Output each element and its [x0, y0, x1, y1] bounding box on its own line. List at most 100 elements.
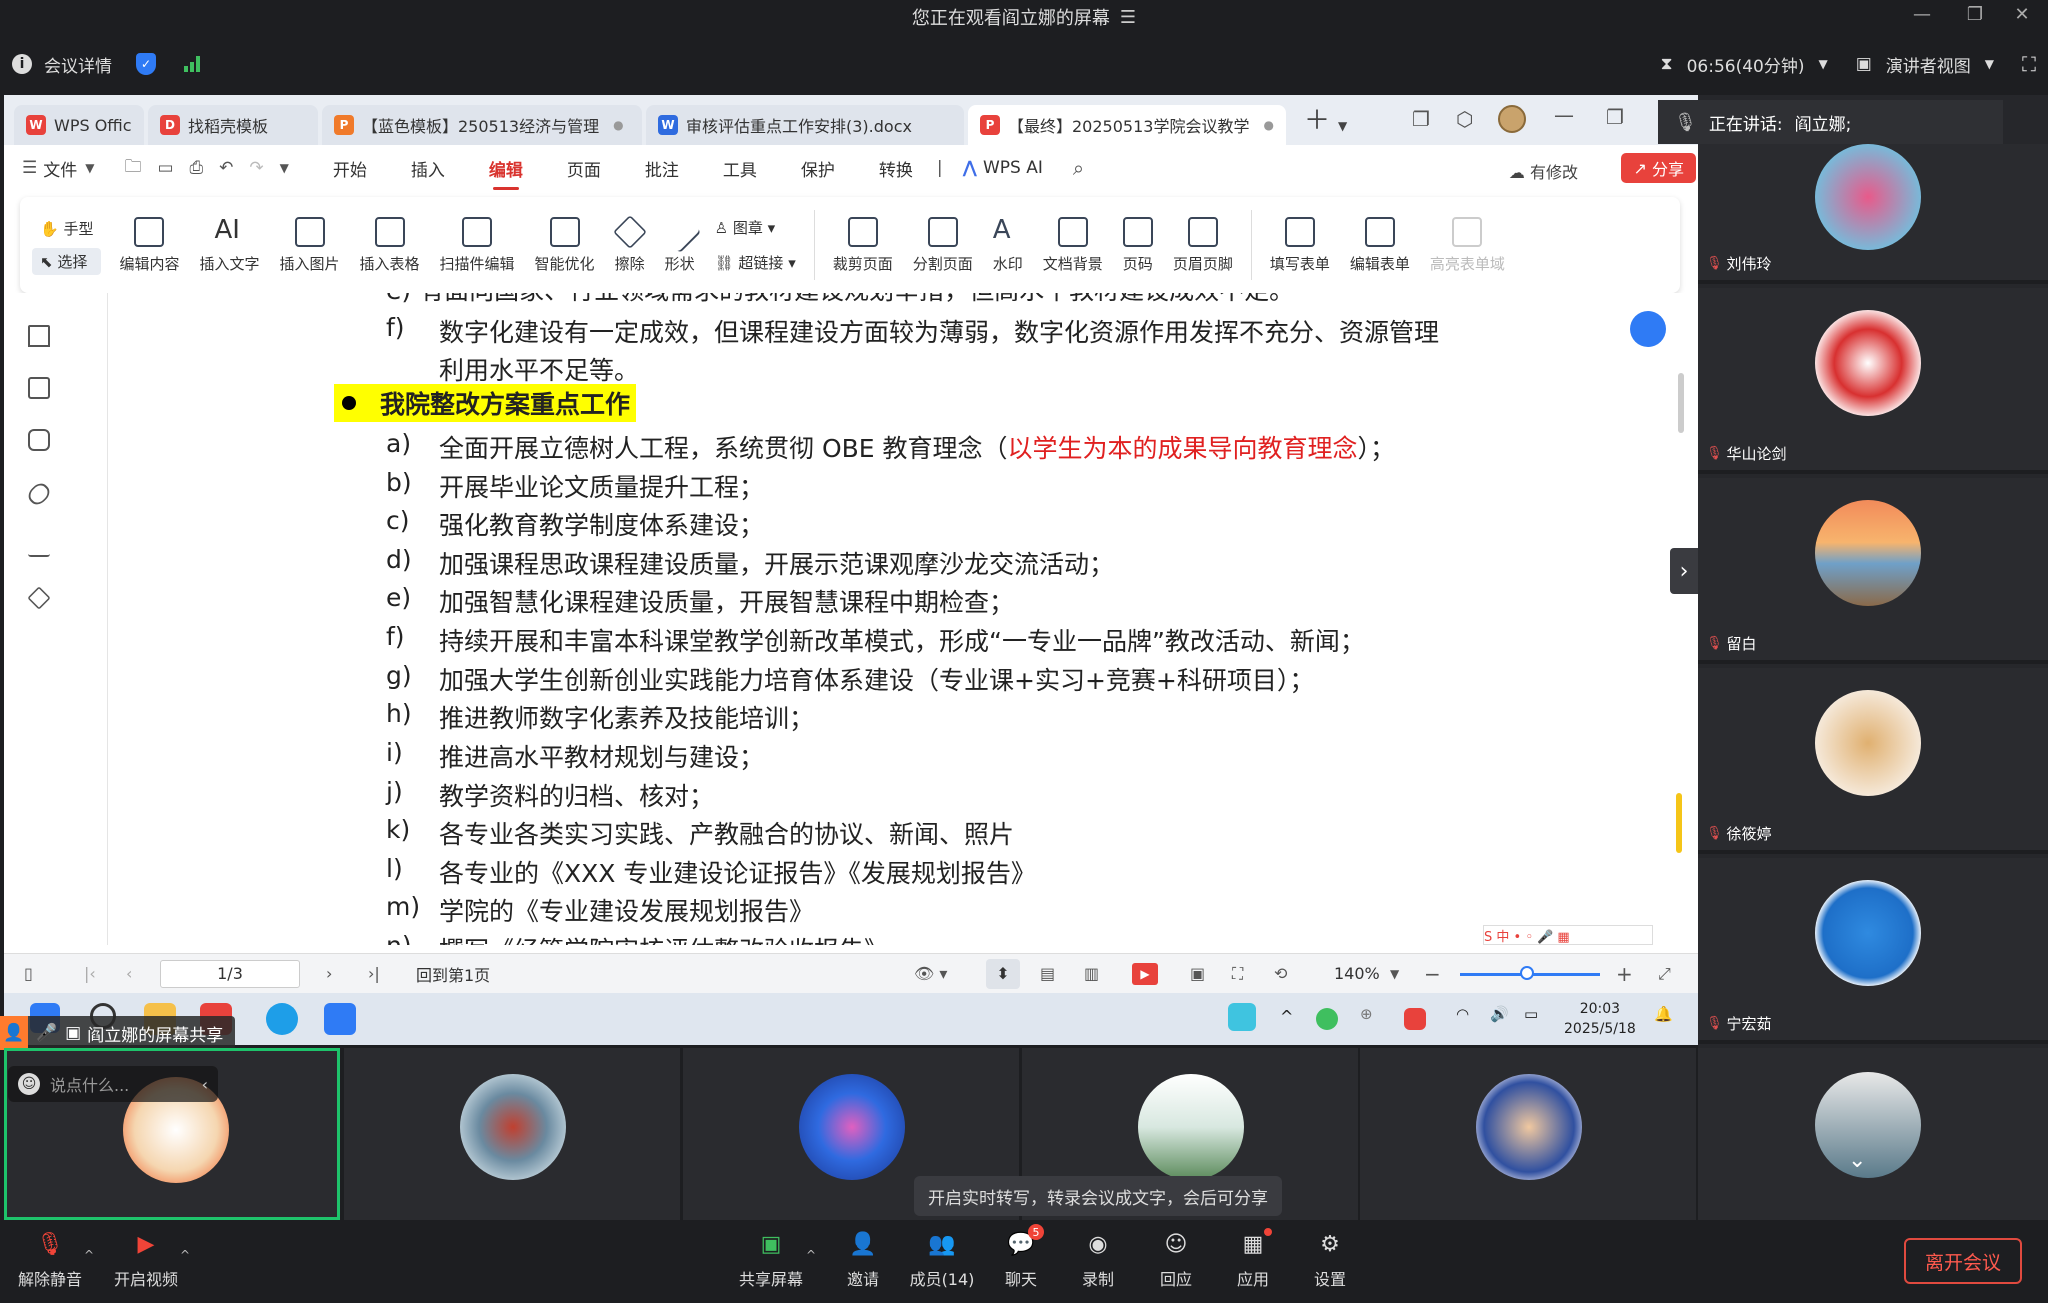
insert-image-button[interactable]: 插入图片: [270, 216, 350, 274]
erase-button[interactable]: 擦除: [605, 214, 655, 274]
attachment-icon[interactable]: [24, 479, 54, 509]
insert-table-button[interactable]: 插入表格: [350, 216, 430, 274]
chat-button[interactable]: 💬 5 聊天: [981, 1224, 1061, 1290]
header-footer-button[interactable]: 页眉页脚: [1163, 216, 1243, 274]
edit-form-button[interactable]: 编辑表单: [1340, 216, 1420, 274]
reply-button[interactable]: ☺ 回应: [1136, 1230, 1216, 1290]
menu-start[interactable]: 开始: [333, 156, 367, 181]
fullscreen-icon[interactable]: ⛶: [2022, 52, 2036, 76]
watermark-button[interactable]: A 水印: [983, 217, 1033, 274]
presenter-view-button[interactable]: 演讲者视图: [1886, 52, 1971, 77]
page-number-input[interactable]: 1/3: [160, 960, 300, 988]
menu-edit[interactable]: 编辑: [489, 156, 523, 190]
wps-tab-docx[interactable]: W 审核评估重点工作安排(3).docx: [646, 105, 964, 145]
shape-button[interactable]: 形状: [655, 210, 705, 274]
chevron-down-icon[interactable]: ▼: [85, 161, 94, 175]
next-page-icon[interactable]: ›: [326, 964, 332, 983]
menu-tools[interactable]: 工具: [723, 156, 757, 181]
zoom-in-icon[interactable]: +: [1616, 962, 1633, 986]
gallery-tile[interactable]: [344, 1048, 680, 1220]
hyperlink-button[interactable]: ⛓ 超链接 ▾: [715, 252, 796, 273]
wps-restore-icon[interactable]: ❐: [1606, 105, 1624, 129]
chevron-up-icon[interactable]: ^: [84, 1248, 94, 1262]
menu-protect[interactable]: 保护: [801, 156, 835, 181]
chevron-down-icon[interactable]: ▼: [280, 161, 289, 175]
fit-width-icon[interactable]: ⬍: [986, 958, 1020, 989]
chevron-down-icon[interactable]: ▼: [1390, 967, 1399, 981]
crop-page-button[interactable]: 裁剪页面: [823, 216, 903, 274]
record-button[interactable]: ◉ 录制: [1058, 1230, 1138, 1290]
notification-icon[interactable]: 🔔: [1654, 1005, 1673, 1023]
edge-icon[interactable]: [266, 1003, 298, 1035]
minimize-icon[interactable]: —: [1900, 4, 1944, 25]
menu-file[interactable]: 文件: [43, 156, 77, 181]
highlight-form-field-button[interactable]: 高亮表单域: [1420, 216, 1515, 274]
collapse-icon[interactable]: ‹: [202, 1075, 208, 1094]
redo-icon[interactable]: ↷: [249, 158, 263, 178]
chevron-down-icon[interactable]: ⌄: [1848, 1148, 1866, 1173]
reading-mode-icon[interactable]: ▣: [1190, 964, 1205, 983]
ime-icon[interactable]: ⊕: [1360, 1005, 1373, 1023]
menu-icon[interactable]: ☰: [1120, 7, 1136, 28]
tencent-meeting-icon[interactable]: [324, 1003, 356, 1035]
settings-button[interactable]: ⚙ 设置: [1290, 1230, 1370, 1290]
hand-tool-button[interactable]: ✋ 手型: [32, 215, 101, 242]
wifi-icon[interactable]: ◠: [1456, 1005, 1469, 1023]
select-tool-button[interactable]: ⬉ 选择: [32, 248, 102, 275]
restore-icon[interactable]: ❐: [1953, 4, 1997, 25]
comment-icon[interactable]: [28, 429, 50, 451]
zoom-out-icon[interactable]: −: [1424, 962, 1441, 986]
prev-page-icon[interactable]: ‹: [126, 964, 132, 983]
start-video-button[interactable]: ▶ 开启视频: [106, 1230, 186, 1290]
wps-tab-pdf-active[interactable]: P 【最终】20250513学院会议教学 ●: [968, 105, 1286, 145]
zoom-slider-handle[interactable]: [1520, 966, 1534, 980]
fill-form-button[interactable]: 填写表单: [1260, 216, 1340, 274]
stamp-button[interactable]: ♙ 图章 ▾: [715, 217, 776, 238]
doc-background-button[interactable]: 文档背景: [1033, 216, 1113, 274]
floating-tool-icon[interactable]: [1630, 311, 1666, 347]
chevron-down-icon[interactable]: ▼: [1985, 57, 1994, 71]
meeting-details-button[interactable]: 会议详情: [44, 52, 112, 77]
save-icon[interactable]: ▭: [157, 158, 173, 178]
members-button[interactable]: 👥 成员(14): [902, 1230, 982, 1290]
menu-insert[interactable]: 插入: [411, 156, 445, 181]
menu-wps-ai[interactable]: WPS AI: [983, 158, 1043, 178]
scan-edit-button[interactable]: 扫描件编辑: [430, 216, 525, 274]
eye-icon[interactable]: 👁 ▾: [914, 964, 947, 983]
apps-button[interactable]: ▦ 应用: [1213, 1228, 1293, 1290]
tray-app-icon[interactable]: [1316, 1008, 1338, 1030]
volume-icon[interactable]: 🔊: [1490, 1005, 1509, 1023]
expand-panel-icon[interactable]: ›: [1670, 548, 1698, 594]
invite-button[interactable]: 👤 邀请: [823, 1230, 903, 1290]
tile-view-icon[interactable]: ❐: [1412, 107, 1430, 131]
gallery-tile[interactable]: [1360, 1048, 1696, 1220]
chevron-up-icon[interactable]: ^: [180, 1248, 190, 1262]
split-page-button[interactable]: 分割页面: [903, 216, 983, 274]
sidebar-toggle-icon[interactable]: ▯: [24, 964, 33, 983]
menu-annotate[interactable]: 批注: [645, 156, 679, 181]
battery-icon[interactable]: ▭: [1524, 1005, 1538, 1023]
double-page-icon[interactable]: ▥: [1084, 964, 1099, 983]
undo-icon[interactable]: ↶: [219, 158, 233, 178]
tab-dot-icon[interactable]: ●: [613, 118, 623, 132]
first-page-icon[interactable]: |‹: [84, 964, 96, 983]
leave-meeting-button[interactable]: 离开会议: [1904, 1238, 2022, 1284]
chevron-down-icon[interactable]: ▼: [1338, 119, 1347, 133]
print-icon[interactable]: ⎙: [190, 158, 204, 178]
fullscreen-icon[interactable]: ⤢: [1658, 964, 1671, 984]
wps-tab-ppt-template[interactable]: P 【蓝色模板】250513经济与管理 ●: [322, 105, 642, 145]
play-icon[interactable]: ▶: [1132, 962, 1158, 985]
participant-tile[interactable]: 🎙 刘伟玲: [1698, 144, 2048, 284]
chevron-up-icon[interactable]: ^: [1280, 1007, 1293, 1026]
participant-tile[interactable]: 🎙 华山论剑: [1698, 288, 2048, 474]
bookmark-icon[interactable]: [28, 325, 50, 347]
share-screen-button[interactable]: ▣ 共享屏幕: [731, 1230, 811, 1290]
wps-tab-home[interactable]: W WPS Offic: [14, 105, 144, 145]
participant-tile[interactable]: 🎙 宁宏茹: [1698, 858, 2048, 1044]
k-app-icon[interactable]: [1228, 1003, 1256, 1031]
chevron-down-icon[interactable]: ▼: [1818, 57, 1827, 71]
sogou-icon[interactable]: [1404, 1008, 1426, 1030]
participant-tile[interactable]: 🎙 徐筱婷: [1698, 668, 2048, 854]
info-icon[interactable]: i: [12, 54, 32, 74]
fit-page-icon[interactable]: ⛶: [1232, 964, 1243, 984]
